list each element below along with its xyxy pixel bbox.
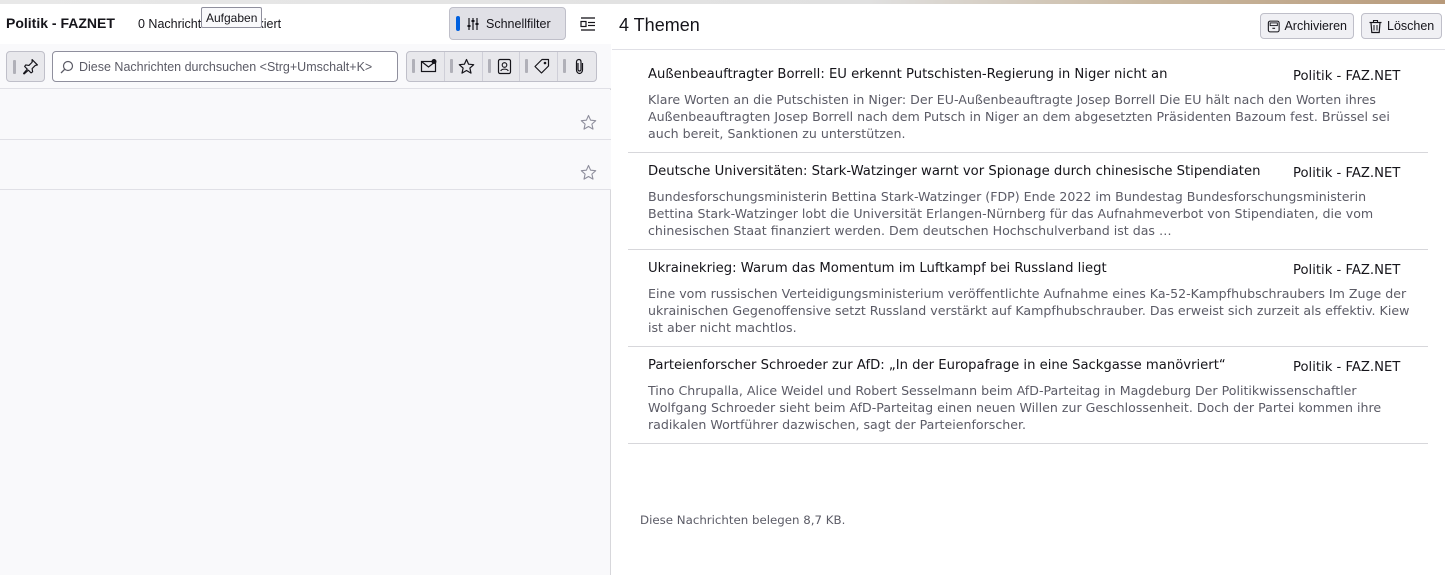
size-note: Diese Nachrichten belegen 8,7 KB. [640, 513, 846, 527]
message-list [0, 90, 611, 190]
quick-filter-label: Schnellfilter [486, 16, 551, 31]
attachment-icon [576, 58, 584, 75]
thread-subject[interactable]: Deutsche Universitäten: Stark-Watzinger … [648, 163, 1268, 180]
search-input[interactable] [79, 57, 395, 77]
grip-icon [449, 59, 453, 73]
message-row[interactable] [0, 140, 611, 190]
contact-icon [497, 58, 511, 75]
star-icon [458, 58, 475, 74]
thread-source: Politik - FAZ.NET [1293, 263, 1401, 278]
thread-preview: Eine vom russischen Verteidigungsministe… [648, 286, 1410, 335]
contact-filter-button[interactable] [483, 52, 521, 81]
folder-header: Politik - FAZNET 0 Nachrichten markiert … [0, 4, 611, 44]
thread-summary-pane: 4 Themen Archivieren Löschen Außenbeauft… [612, 4, 1445, 575]
sliders-icon [467, 17, 479, 30]
thread-subject[interactable]: Außenbeauftragter Borrell: EU erkennt Pu… [648, 66, 1268, 83]
quick-filter-toggle-indicator [456, 16, 460, 31]
grip-icon [563, 59, 567, 73]
thread-subject[interactable]: Parteienforscher Schroeder zur AfD: „In … [648, 357, 1268, 374]
search-icon [60, 60, 74, 74]
thread-list: Außenbeauftragter Borrell: EU erkennt Pu… [628, 56, 1428, 444]
thread-subject[interactable]: Ukrainekrieg: Warum das Momentum im Luft… [648, 260, 1268, 277]
thread-source: Politik - FAZ.NET [1293, 166, 1401, 181]
thread-item[interactable]: Deutsche Universitäten: Stark-Watzinger … [628, 153, 1428, 250]
delete-button[interactable]: Löschen [1361, 13, 1442, 39]
attachment-filter-button[interactable] [558, 52, 596, 81]
message-row[interactable] [0, 90, 611, 140]
thread-source: Politik - FAZ.NET [1293, 69, 1401, 84]
search-field[interactable] [52, 51, 398, 82]
star-icon[interactable] [580, 114, 597, 131]
topics-count: 4 Themen [619, 15, 700, 35]
summary-header: 4 Themen Archivieren Löschen [612, 4, 1445, 50]
grip-icon [525, 59, 529, 73]
starred-filter-button[interactable] [445, 52, 483, 81]
tag-filter-button[interactable] [520, 52, 559, 81]
sticky-filter-button[interactable] [6, 51, 45, 82]
trash-icon [1369, 19, 1382, 33]
thread-source: Politik - FAZ.NET [1293, 360, 1401, 375]
unread-filter-button[interactable] [407, 52, 445, 81]
star-icon[interactable] [580, 164, 597, 181]
archive-button[interactable]: Archivieren [1260, 13, 1354, 39]
quick-filter-bar [0, 44, 611, 89]
archive-label: Archivieren [1284, 19, 1347, 33]
pin-icon [23, 59, 38, 75]
thread-preview: Klare Worten an die Putschisten in Niger… [648, 92, 1390, 141]
tag-icon [534, 58, 550, 74]
unread-icon [420, 59, 437, 73]
grip-icon [412, 59, 415, 73]
thread-item[interactable]: Ukrainekrieg: Warum das Momentum im Luft… [628, 250, 1428, 347]
filter-button-group [406, 51, 597, 82]
grip-icon [13, 60, 16, 74]
folder-name: Politik - FAZNET [6, 15, 115, 31]
thread-preview: Tino Chrupalla, Alice Weidel und Robert … [648, 383, 1382, 432]
thread-preview: Bundesforschungsministerin Bettina Stark… [648, 189, 1374, 238]
thread-item[interactable]: Außenbeauftragter Borrell: EU erkennt Pu… [628, 56, 1428, 153]
grip-icon [487, 59, 491, 73]
thread-item[interactable]: Parteienforscher Schroeder zur AfD: „In … [628, 347, 1428, 444]
delete-label: Löschen [1387, 19, 1435, 33]
quick-filter-button[interactable]: Schnellfilter [449, 7, 566, 40]
message-list-pane: Politik - FAZNET 0 Nachrichten markiert … [0, 4, 611, 575]
tooltip: Aufgaben [201, 7, 263, 28]
archive-icon [1267, 20, 1280, 32]
list-view-options-icon[interactable] [578, 14, 598, 34]
